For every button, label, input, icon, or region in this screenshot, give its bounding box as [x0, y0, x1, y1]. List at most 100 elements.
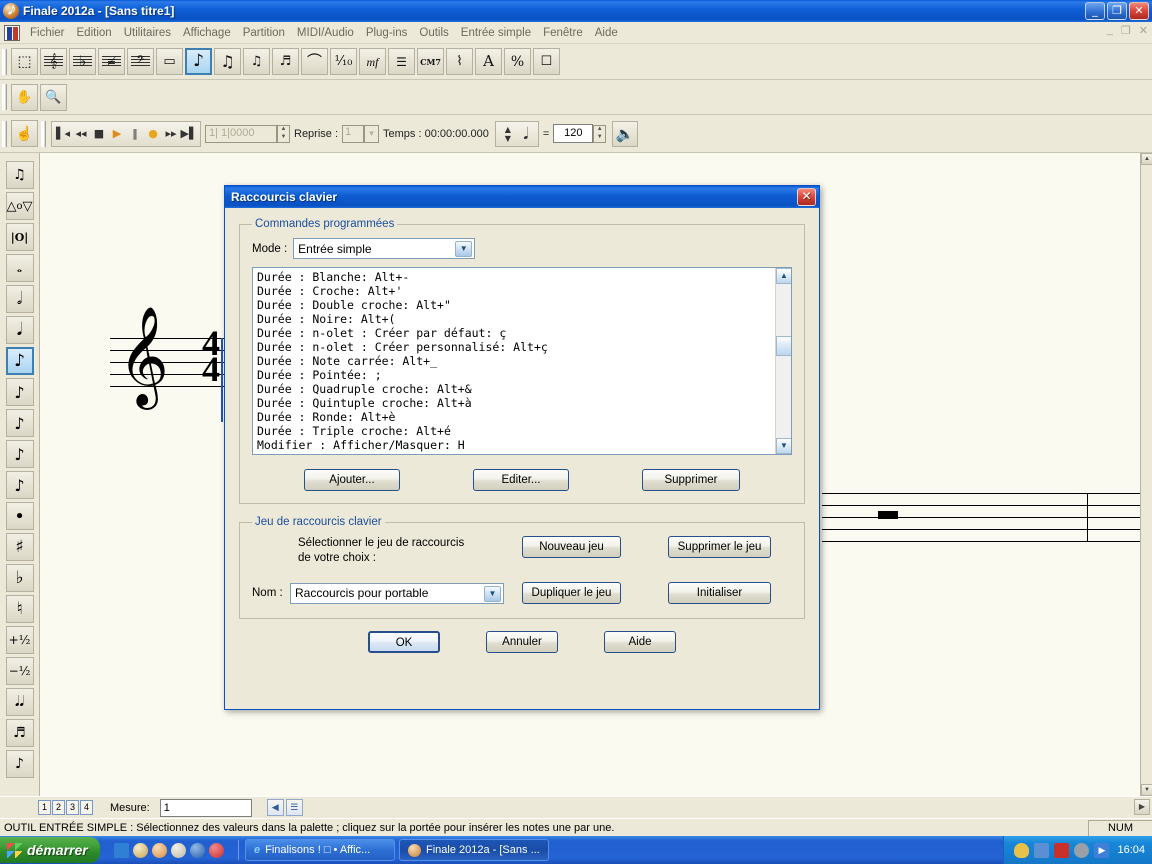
selection-tool-icon[interactable]: ⬚ [11, 48, 38, 75]
delete-button[interactable]: Supprimer [642, 469, 740, 491]
simple-entry-tool-icon[interactable]: ♪ [185, 48, 212, 75]
view-button-2[interactable]: 2 [52, 800, 65, 815]
ql-opera-icon[interactable] [209, 843, 224, 858]
commands-listbox[interactable]: Durée : Blanche: Alt+- Durée : Croche: A… [252, 267, 792, 455]
delete-set-button[interactable]: Supprimer le jeu [668, 536, 771, 558]
fast-forward-icon[interactable]: ▸▸ [162, 123, 180, 145]
menu-item-plug-ins[interactable]: Plug-ins [360, 25, 414, 41]
playback-measure-spinner[interactable]: ▲▼ [277, 125, 290, 143]
tray-security-icon[interactable] [1014, 843, 1029, 858]
palette-sharp-icon[interactable]: ♯ [6, 533, 34, 561]
ql-finale-icon[interactable] [133, 843, 148, 858]
tray-media-icon[interactable]: ▶ [1094, 843, 1109, 858]
rewind-icon[interactable]: ◂◂ [72, 123, 90, 145]
tray-mcafee-icon[interactable] [1054, 843, 1069, 858]
zoom-tool-icon[interactable]: 🔍 [40, 84, 67, 111]
view-button-1[interactable]: 1 [38, 800, 51, 815]
help-button[interactable]: Aide [604, 631, 676, 653]
new-set-button[interactable]: Nouveau jeu [522, 536, 621, 558]
ql-scorch-icon[interactable] [190, 843, 205, 858]
palette-octave-icon[interactable]: △o▽ [6, 192, 34, 220]
restore-button[interactable]: ❐ [1107, 2, 1127, 20]
list-item-command[interactable]: Durée : n-olet : Créer par défaut [257, 326, 485, 340]
minimize-button[interactable]: _ [1085, 2, 1105, 20]
ql-finale-orange-icon[interactable] [152, 843, 167, 858]
mdi-close-button[interactable]: ✕ [1139, 24, 1148, 37]
tempo-updown-icon[interactable]: ▲▼ [499, 123, 517, 145]
reprise-dropdown-icon[interactable]: ▼ [364, 125, 379, 143]
palette-keyboard-icon[interactable]: ♫ [6, 161, 34, 189]
measure-prev-icon[interactable]: ◀ [267, 799, 284, 816]
toolbar-grip[interactable] [2, 49, 7, 75]
stop-icon[interactable]: ■ [90, 123, 108, 145]
menu-item-fichier[interactable]: Fichier [24, 25, 71, 41]
staff-list-tool-icon[interactable]: ☰ [388, 48, 415, 75]
palette-half-note-icon[interactable]: 𝅗𝅥 [6, 285, 34, 313]
staff-tool-icon[interactable]: 𝄞 [40, 48, 67, 75]
go-to-end-icon[interactable]: ▶▌ [180, 123, 198, 145]
palette-tuplet-icon[interactable]: ♬ [6, 719, 34, 747]
whole-rest-icon[interactable] [878, 511, 898, 519]
menu-item-edition[interactable]: Edition [71, 25, 118, 41]
list-item-command[interactable]: Modifier : Afficher/Masquer [257, 438, 444, 452]
menu-item-outils[interactable]: Outils [413, 25, 454, 41]
measure-tool-icon[interactable]: ▭ [156, 48, 183, 75]
go-to-start-icon[interactable]: ▌◂ [54, 123, 72, 145]
tray-clock[interactable]: 16:04 [1117, 844, 1145, 856]
list-item-command[interactable]: Durée : Note carrée [257, 354, 389, 368]
text-tool-icon[interactable]: A [475, 48, 502, 75]
view-button-4[interactable]: 4 [80, 800, 93, 815]
palette-sixteenth-note-icon[interactable]: ♪ [6, 378, 34, 406]
clef-tool-icon[interactable]: 𝄢 [127, 48, 154, 75]
tray-network-icon[interactable] [1034, 843, 1049, 858]
slur-tool-icon[interactable]: ⌒ [301, 48, 328, 75]
list-item-command[interactable]: Durée : Ronde [257, 410, 347, 424]
chevron-down-icon[interactable]: ▼ [484, 586, 501, 602]
articulation-tool-icon[interactable]: ⅒ [330, 48, 357, 75]
score-vertical-scrollbar[interactable]: ▲ ▼ [1140, 153, 1152, 796]
start-button[interactable]: démarrer [0, 837, 100, 863]
transport-grip[interactable] [41, 121, 46, 147]
palette-breve-icon[interactable]: |O| [6, 223, 34, 251]
playback-toolbar-grip[interactable] [2, 121, 7, 147]
commands-list-scrollbar[interactable]: ▲ ▼ [775, 268, 791, 454]
palette-dot-icon[interactable]: • [6, 502, 34, 530]
taskitem-browser[interactable]: e Finalisons ! □ • Affic... [245, 839, 395, 861]
palette-quarter-note-icon[interactable]: 𝅘𝅥 [6, 316, 34, 344]
playback-measure-field[interactable]: 1| 1|0000 [205, 125, 277, 143]
list-item-command[interactable]: Durée : Quadruple croche [257, 382, 423, 396]
horizontal-scroll-right-icon[interactable]: ▶ [1134, 799, 1150, 815]
dialog-close-icon[interactable]: ✕ [797, 188, 816, 206]
list-item-command[interactable]: Durée : Double croche [257, 298, 402, 312]
mesure-input[interactable]: 1 [160, 799, 252, 817]
list-item-command[interactable]: Durée : Noire [257, 312, 347, 326]
smart-shape-tool-icon[interactable]: ⌇ [446, 48, 473, 75]
palette-sixtyfourth-note-icon[interactable]: ♪ [6, 440, 34, 468]
tempo-field[interactable]: 120 [553, 124, 593, 143]
list-item-command[interactable]: Durée : n-olet : Créer personnalisé [257, 340, 499, 354]
list-scroll-thumb[interactable] [776, 336, 792, 356]
hand-playback-icon[interactable]: ☝ [11, 120, 38, 147]
palette-natural-icon[interactable]: ♮ [6, 595, 34, 623]
list-scroll-up-icon[interactable]: ▲ [776, 268, 792, 284]
pause-icon[interactable]: ‖ [126, 123, 144, 145]
palette-grace-note-icon[interactable]: ♪ [6, 750, 34, 778]
time-signature-tool-icon[interactable]: ≢ [98, 48, 125, 75]
ql-outlook-icon[interactable] [114, 843, 129, 858]
palette-thirtysecond-note-icon[interactable]: ♪ [6, 409, 34, 437]
menu-item-aide[interactable]: Aide [589, 25, 624, 41]
speaker-icon[interactable]: 🔈 [612, 121, 638, 147]
list-item-command[interactable]: Durée : Croche [257, 284, 354, 298]
ql-finale-gray-icon[interactable] [171, 843, 186, 858]
measure-scroll-thumb[interactable]: ☰ [286, 799, 303, 816]
edit-button[interactable]: Editer... [473, 469, 569, 491]
set-name-select[interactable]: Raccourcis pour portable ▼ [290, 583, 504, 604]
record-icon[interactable]: ● [144, 123, 162, 145]
menu-item-utilitaires[interactable]: Utilitaires [118, 25, 177, 41]
menu-item-affichage[interactable]: Affichage [177, 25, 237, 41]
keyboard-shortcuts-dialog[interactable]: Raccourcis clavier ✕ Commandes programmé… [224, 185, 820, 710]
scroll-down-icon[interactable]: ▼ [1141, 784, 1152, 796]
page-tool-icon[interactable]: ☐ [533, 48, 560, 75]
palette-raise-half-step-icon[interactable]: +½ [6, 626, 34, 654]
duplicate-set-button[interactable]: Dupliquer le jeu [522, 582, 621, 604]
